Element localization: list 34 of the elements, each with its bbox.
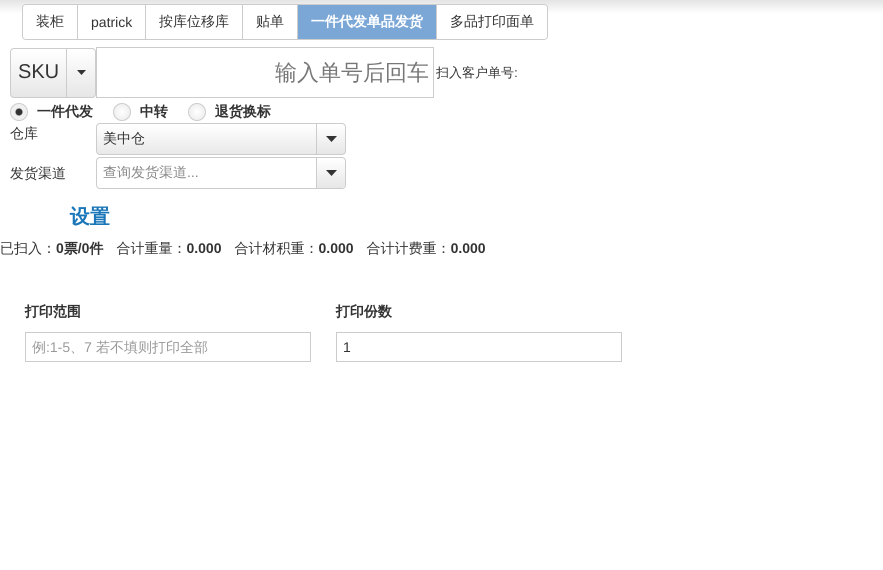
caret-icon xyxy=(76,70,86,75)
input-field[interactable]: 例:1-5、7 若不填则打印全部 xyxy=(25,332,311,362)
radio-label: 退货换标 xyxy=(215,103,271,121)
tab[interactable]: 装柜 xyxy=(23,5,78,39)
radio-label: 中转 xyxy=(140,103,168,121)
channel-select[interactable]: 查询发货渠道... xyxy=(96,157,346,189)
warehouse-label: 仓库 xyxy=(10,124,39,143)
channel-label: 发货渠道 xyxy=(10,164,67,183)
radio-option[interactable]: 一件代发 xyxy=(10,103,93,121)
radio-label: 一件代发 xyxy=(37,103,93,121)
scan-input-field[interactable]: 输入单号后回车 xyxy=(96,47,434,98)
field-label: 打印范围 xyxy=(25,303,82,321)
warehouse-select[interactable]: 美中仓 xyxy=(96,123,346,155)
scan-label: 扫入客户单号: xyxy=(436,64,518,82)
field-label: 打印份数 xyxy=(336,303,393,321)
stat-label: 合计材积重： xyxy=(234,240,319,258)
stat-value: 0票/0件 xyxy=(56,240,104,258)
section-title: 设置 xyxy=(70,205,110,230)
stat-label: 已扫入： xyxy=(0,240,56,258)
caret-icon xyxy=(326,136,336,142)
stat-value: 0.000 xyxy=(186,240,222,258)
radio-button[interactable] xyxy=(188,103,206,121)
stat-value: 0.000 xyxy=(318,240,354,258)
dropdown-button[interactable] xyxy=(67,48,96,98)
stat-value: 0.000 xyxy=(450,240,486,258)
radio-button[interactable] xyxy=(113,103,131,121)
caret-icon xyxy=(326,170,336,176)
radio-option[interactable]: 退货换标 xyxy=(188,103,271,121)
sku-button[interactable]: SKU xyxy=(10,48,68,98)
stat-label: 合计重量： xyxy=(116,240,186,258)
input-field[interactable]: 1 xyxy=(336,332,622,362)
radio-option[interactable]: 中转 xyxy=(113,103,168,121)
radio-button[interactable] xyxy=(10,103,28,121)
stat-label: 合计计费重： xyxy=(366,240,451,258)
